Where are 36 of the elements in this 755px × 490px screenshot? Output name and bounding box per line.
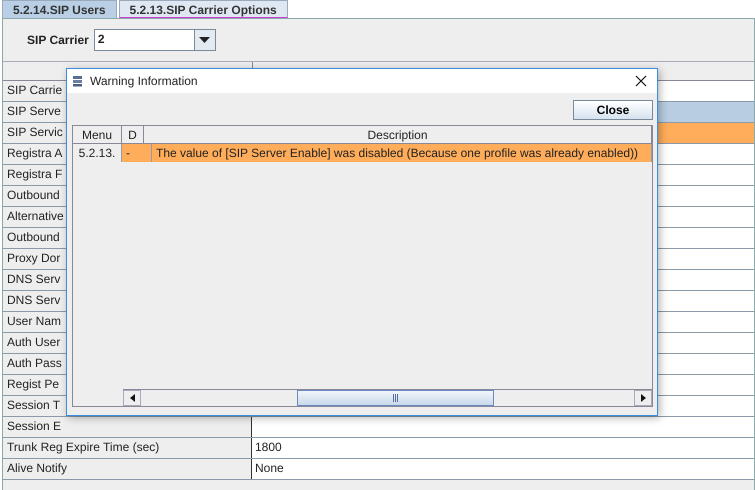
- caret-icon: [199, 37, 210, 43]
- setting-label: Regist Pe: [7, 377, 60, 391]
- setting-label: User Nam: [7, 314, 62, 328]
- setting-label: Auth User: [7, 335, 60, 349]
- table-cell: -: [122, 144, 152, 162]
- setting-label: Registra F: [7, 167, 62, 181]
- setting-label: SIP Serve: [7, 104, 61, 118]
- grip-icon: [393, 394, 398, 402]
- setting-label: Alternative: [7, 209, 64, 223]
- setting-label: DNS Serv: [7, 272, 60, 286]
- left-arrow-icon[interactable]: [130, 394, 134, 402]
- setting-label: SIP Carrie: [7, 83, 62, 97]
- setting-label: Outbound: [7, 188, 60, 202]
- dialog-title: Warning Information: [90, 74, 199, 88]
- value-cell-text: None: [254, 460, 285, 477]
- server-icon: [72, 75, 83, 87]
- table-cell: The value of [SIP Server Enable] was disabled (Because one profile was already enabled)): [152, 144, 652, 162]
- setting-label: SIP Servic: [7, 125, 63, 139]
- setting-label: Registra A: [7, 146, 62, 160]
- close-button[interactable]: Close: [573, 100, 653, 120]
- right-arrow-icon[interactable]: [640, 394, 646, 402]
- horizontal-scrollbar[interactable]: [123, 389, 652, 406]
- setting-label: Proxy Dor: [7, 251, 60, 265]
- tab[interactable]: 5.2.14.SIP Users: [2, 0, 117, 18]
- setting-label: Trunk Reg Expire Time (sec): [7, 440, 160, 454]
- carrier-dropdown[interactable]: 2: [94, 29, 216, 51]
- setting-label: Alive Notify: [7, 461, 68, 475]
- value-cell-text: 1800: [254, 439, 283, 456]
- carrier-label: SIP Carrier: [27, 33, 89, 47]
- setting-label: Session T: [7, 398, 60, 412]
- setting-label: Session E: [7, 419, 62, 433]
- setting-label: DNS Serv: [7, 293, 60, 307]
- setting-label: Outbound: [7, 230, 60, 244]
- close-icon[interactable]: [635, 75, 647, 87]
- tab[interactable]: 5.2.13.SIP Carrier Options: [118, 0, 288, 18]
- setting-label: Auth Pass: [7, 356, 62, 370]
